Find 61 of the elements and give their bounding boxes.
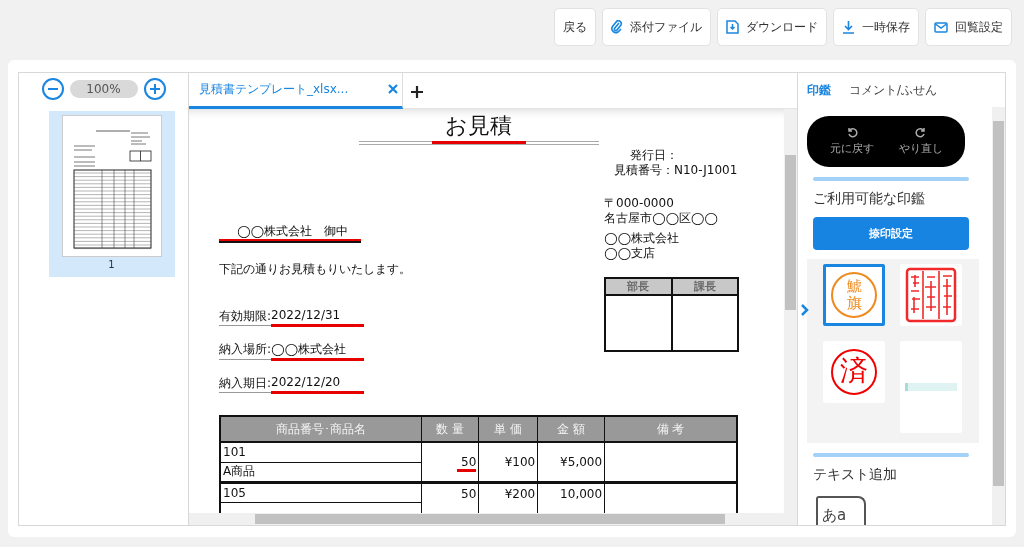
minus-icon	[47, 88, 58, 90]
column-header: 単 価	[478, 416, 538, 442]
tab-title: 見積書テンプレート_xlsx...	[199, 80, 349, 98]
document-title: お見積	[445, 112, 512, 140]
close-icon[interactable]	[388, 84, 398, 94]
vertical-scrollbar[interactable]	[992, 107, 1005, 525]
redo-button[interactable]: やり直し	[898, 126, 943, 157]
quote-number: 見積番号：N10-J1001	[614, 163, 738, 178]
sticky-note-icon	[905, 381, 957, 392]
redo-icon	[914, 126, 927, 139]
mail-icon	[934, 21, 948, 33]
panel-tab[interactable]: コメント/ふせん	[849, 81, 938, 99]
page-number: 1	[108, 259, 115, 270]
approval-header: 課長	[671, 278, 738, 295]
zoom-level: 100%	[69, 80, 138, 98]
issue-date: 発行日：	[630, 148, 679, 163]
download-icon	[842, 20, 855, 34]
table-cell: 50	[421, 442, 479, 482]
stamp-tile[interactable]	[900, 340, 962, 433]
greeting-text: 下記の通りお見積もりいたします。	[219, 261, 412, 278]
section-heading: ご利用可能な印鑑	[813, 189, 926, 208]
addressee: ◯◯株式会社 御中	[219, 223, 361, 243]
stamp-tile[interactable]: 済	[823, 340, 885, 403]
toolbar-button[interactable]: 一時保存	[833, 8, 919, 46]
round-stamp: 鯱旗	[831, 271, 877, 318]
approval-cell	[671, 295, 738, 351]
undo-button[interactable]: 元に戻す	[829, 126, 874, 157]
undo-icon	[845, 126, 858, 139]
page-thumbnail-item[interactable]: 1	[48, 111, 175, 277]
page-thumbnail[interactable]	[61, 115, 162, 257]
column-header: 備 考	[604, 416, 737, 442]
table-cell: 101	[220, 442, 422, 462]
file-download-icon	[726, 20, 739, 34]
stamp-settings-button[interactable]: 捺印設定	[813, 216, 969, 250]
sender-line: 名古屋市◯◯区◯◯	[604, 211, 719, 226]
plus-icon	[149, 84, 160, 94]
toolbar-button[interactable]: 戻る	[554, 8, 596, 46]
document-field: 納入期日:2022/12/20	[219, 375, 364, 393]
approval-cell	[605, 295, 672, 351]
zoom-out-button[interactable]	[41, 78, 64, 100]
column-header: 金 額	[537, 416, 605, 442]
document-field: 納入場所:◯◯株式会社	[219, 341, 364, 360]
document-field: 有効期限:2022/12/31	[219, 308, 364, 326]
toolbar-button[interactable]: ダウンロード	[717, 8, 827, 46]
column-header: 商品番号･商品名	[220, 416, 422, 442]
panel-tab[interactable]: 印鑑	[807, 81, 831, 99]
round-stamp: 済	[831, 348, 877, 395]
sender-line: ◯◯株式会社	[604, 231, 680, 246]
toolbar-button[interactable]: 回覧設定	[925, 8, 1012, 46]
horizontal-scrollbar[interactable]	[189, 513, 797, 525]
section-heading: テキスト追加	[813, 465, 898, 484]
toolbar-button[interactable]: 添付ファイル	[602, 8, 711, 46]
approval-header: 部長	[605, 278, 672, 295]
column-header: 数 量	[421, 416, 479, 442]
sender-line: ◯◯支店	[604, 246, 656, 261]
text-tool-button[interactable]: あa	[816, 495, 866, 525]
table-cell: 105	[220, 482, 422, 502]
sender-line: 〒000-0000	[604, 196, 675, 211]
vertical-scrollbar[interactable]	[784, 109, 797, 513]
zoom-in-button[interactable]	[143, 78, 166, 100]
paperclip-icon	[611, 20, 623, 34]
